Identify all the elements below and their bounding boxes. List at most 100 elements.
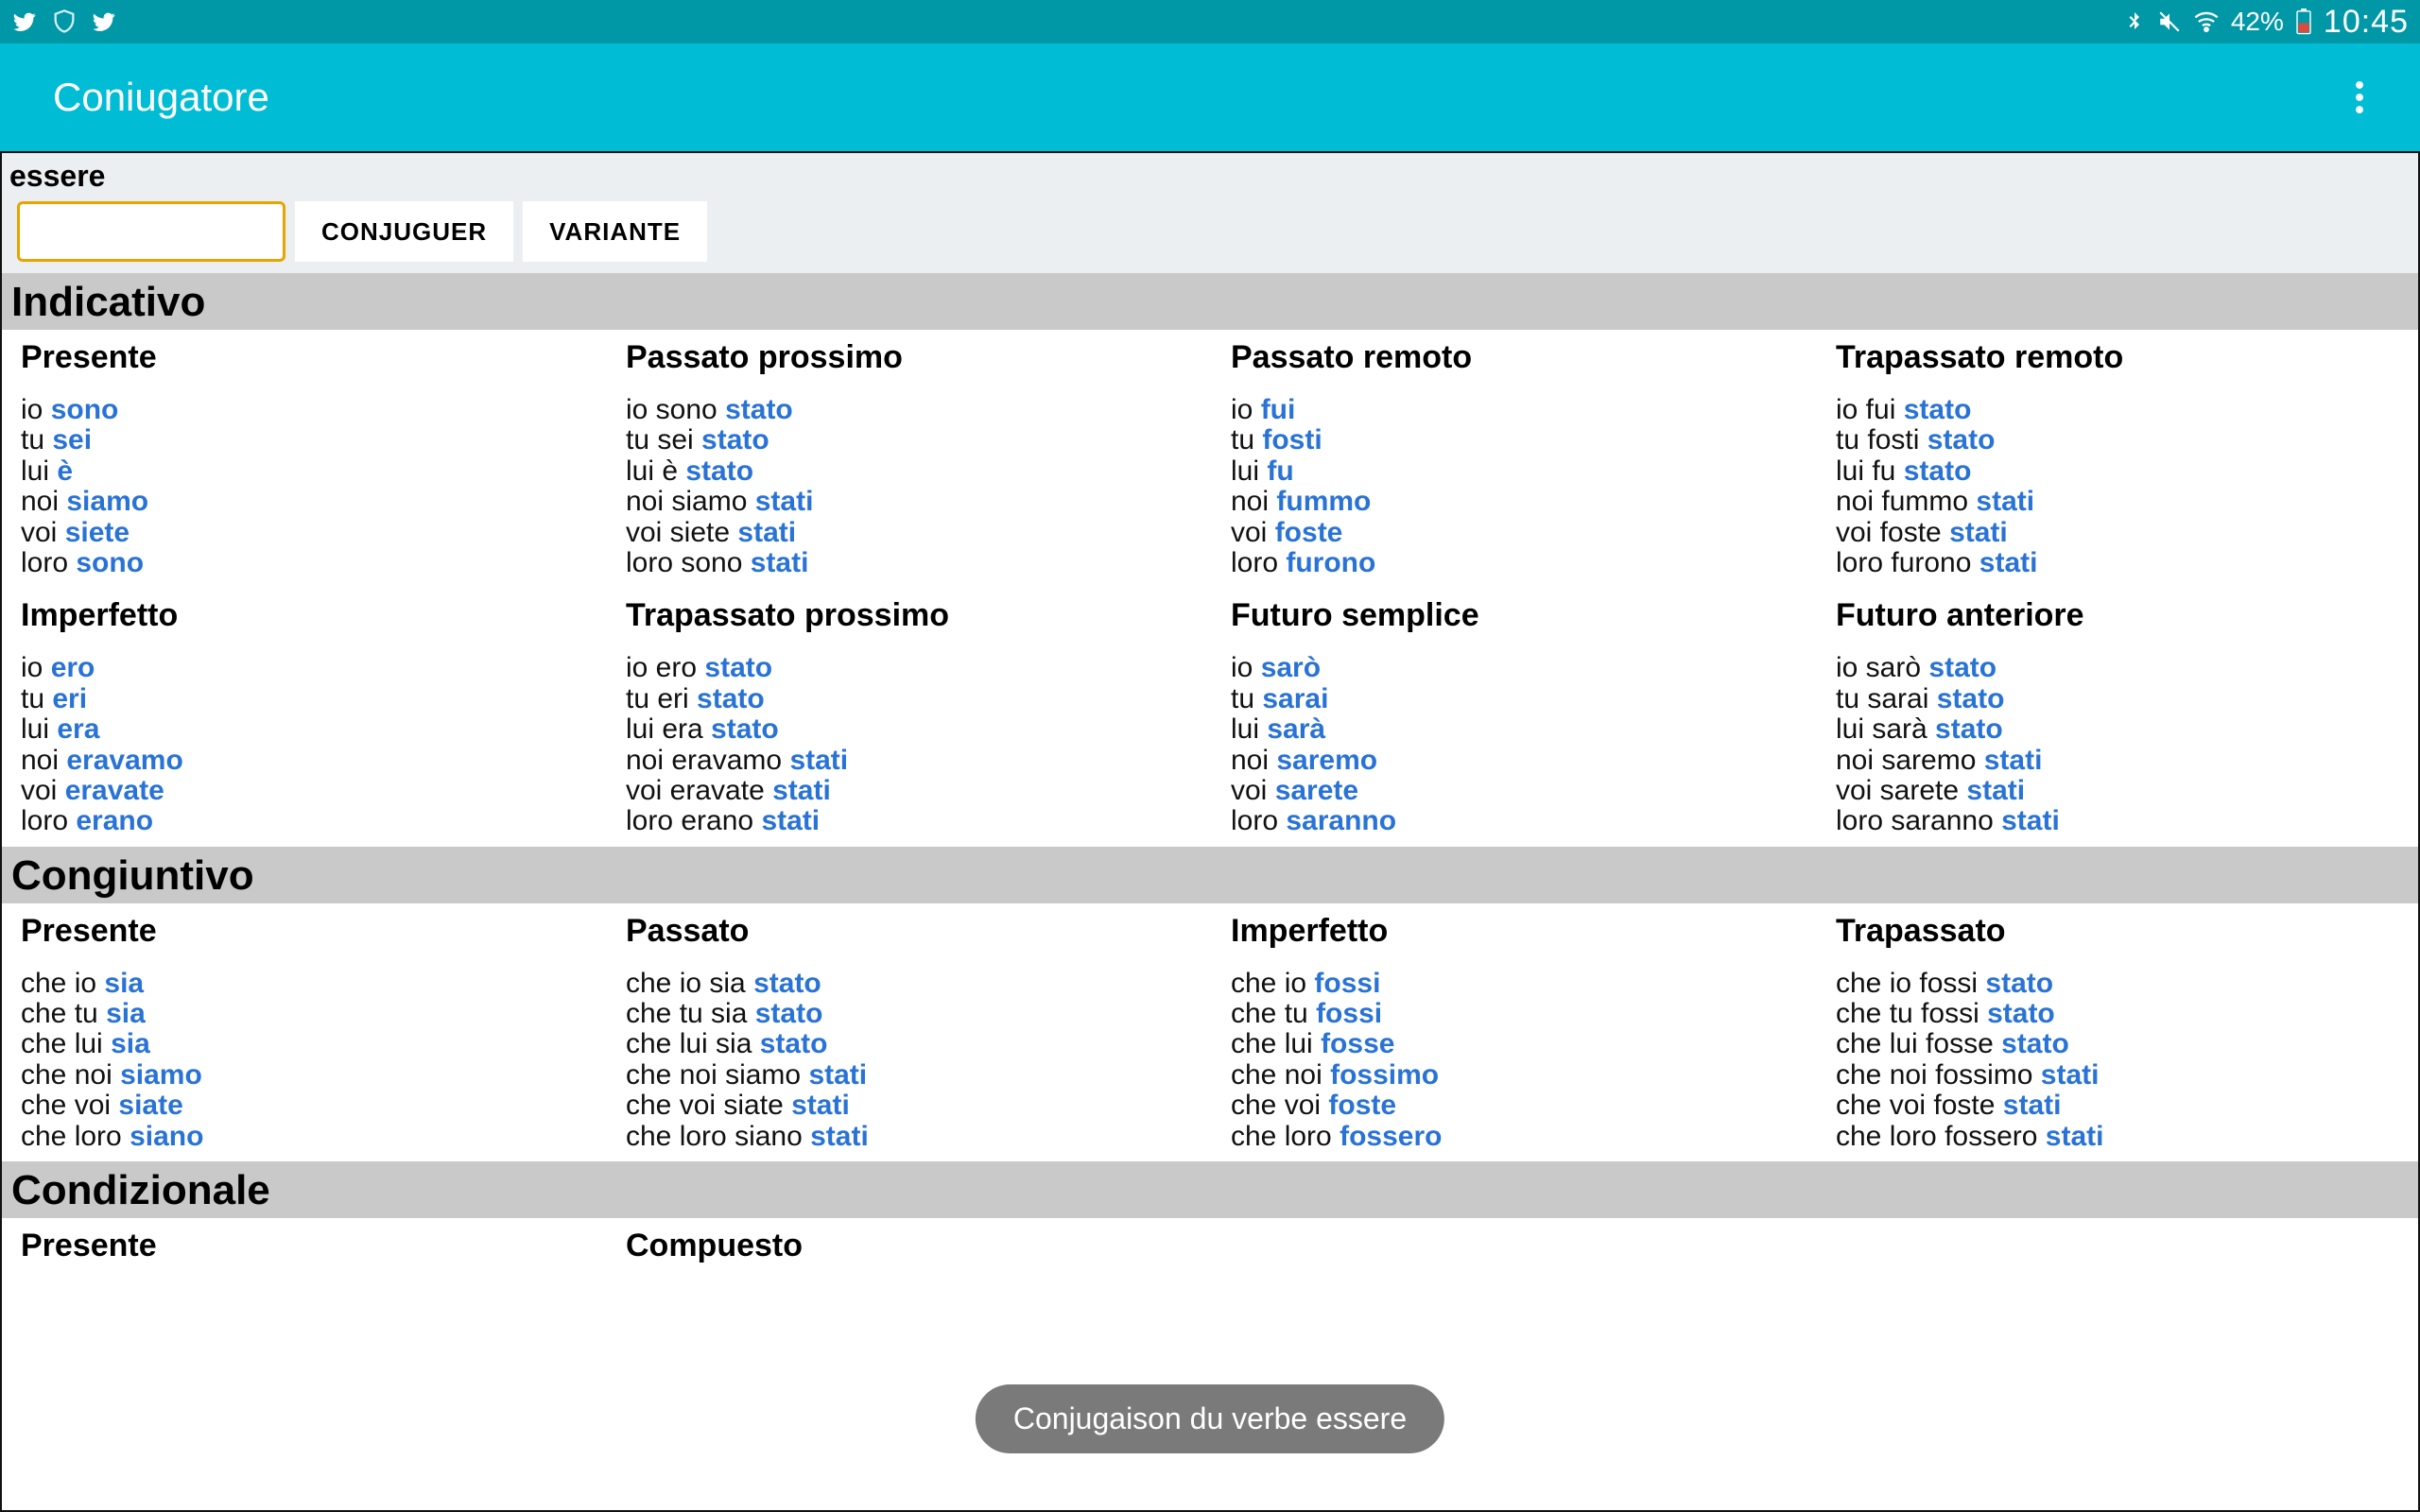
verb-form: stati [737,517,796,548]
verb-label: essere [2,153,2418,196]
wifi-icon [2193,9,2220,35]
verb-form: stati [808,1059,867,1091]
mute-icon [2157,9,2182,34]
conjugate-button[interactable]: CONJUGUER [295,201,513,262]
verb-form: stati [1976,486,2034,517]
tense-title: Presente [11,1228,594,1264]
verb-form: fossi [1316,998,1382,1029]
conjugation-row: voi siete stati [626,518,1199,548]
conjugation-row: che io fossi [1231,969,1804,999]
pronoun-text: che lui [1231,1028,1321,1059]
twitter-icon [11,9,38,35]
conjugation-row: che loro fossero [1231,1122,1804,1152]
overflow-menu-button[interactable] [2337,75,2382,120]
clock: 10:45 [2324,4,2409,41]
tense-forms: che io fossiche tu fossiche lui fosseche… [1221,969,1804,1152]
tense-row: Imperfettoio erotu erilui eranoi eravamo… [2,588,2418,846]
verb-form: stato [755,998,823,1029]
verb-form: siano [130,1121,203,1152]
verb-form: stato [1987,998,2055,1029]
pronoun-text: lui [1231,713,1267,745]
verb-form: stati [2041,1059,2100,1091]
conjugation-row: io ero [21,653,594,683]
pronoun-text: che noi [21,1059,120,1091]
pronoun-text: io sono [626,394,725,425]
verb-form: sarai [1262,683,1328,714]
verb-form: fossero [1340,1121,1442,1152]
verb-input[interactable] [17,201,285,262]
shield-icon [51,9,78,35]
pronoun-text: che noi [1231,1059,1330,1091]
bluetooth-icon [2123,10,2146,33]
pronoun-text: loro [21,805,76,836]
tense-block: Presente [11,1218,594,1283]
pronoun-text: noi siamo [626,486,755,517]
variant-button[interactable]: VARIANTE [523,201,707,262]
tense-forms: io fui statotu fosti statolui fu statono… [1826,395,2409,578]
tense-block: Trapassato remoto io fui statotu fosti st… [1826,330,2409,578]
verb-form: sia [111,1028,150,1059]
verb-form: stato [1937,683,2005,714]
conjugation-row: che voi foste [1231,1091,1804,1121]
conjugation-row: che tu fossi stato [1836,999,2409,1029]
pronoun-text: lui è [626,455,685,487]
conjugation-row: noi siamo [21,487,594,517]
conjugation-row: che noi siamo [21,1060,594,1091]
tense-block: Trapassato prossimoio ero statotu eri st… [616,588,1199,836]
pronoun-text: tu sei [626,424,701,455]
conjugation-row: loro saranno [1231,806,1804,836]
pronoun-text: che io [1231,968,1314,999]
verb-form: eravate [65,775,164,806]
pronoun-text: che loro fossero [1836,1121,2046,1152]
conjugation-row: voi foste stati [1836,518,2409,548]
more-vert-icon [2356,81,2363,113]
pronoun-text: loro furono [1836,547,1979,578]
pronoun-text: io ero [626,652,704,683]
verb-form: sarà [1267,713,1325,745]
conjugation-row: che loro fossero stati [1836,1122,2409,1152]
pronoun-text: noi fummo [1836,486,1976,517]
conjugation-row: tu sei [21,425,594,455]
pronoun-text: che lui fosse [1836,1028,2001,1059]
conjugation-row: noi saremo [1231,746,1804,776]
verb-form: stato [704,652,772,683]
conjugation-row: tu sei stato [626,425,1199,455]
conjugation-row: che io sia stato [626,969,1199,999]
pronoun-text: io [21,394,51,425]
tense-title: Passato remoto [1221,339,1804,376]
verb-form: stato [1928,652,1996,683]
conjugation-row: lui è [21,456,594,487]
verb-form: eri [52,683,87,714]
status-bar: 42% 10:45 [0,0,2420,43]
verb-form: stato [1985,968,2053,999]
pronoun-text: che noi siamo [626,1059,808,1091]
verb-form: stati [1949,517,2008,548]
twitter-icon [91,9,117,35]
pronoun-text: loro [1231,547,1286,578]
tense-title: Futuro semplice [1221,597,1804,634]
conjugation-row: lui era stato [626,714,1199,745]
battery-icon [2295,9,2312,35]
conjugation-row: che lui sia [21,1029,594,1059]
tense-title: Trapassato remoto [1826,339,2409,376]
conjugation-row: che noi fossimo stati [1836,1060,2409,1091]
tense-block: Imperfettoio erotu erilui eranoi eravamo… [11,588,594,836]
verb-form: stato [711,713,779,745]
verb-form: stato [760,1028,828,1059]
verb-form: saranno [1286,805,1396,836]
verb-form: sono [51,394,119,425]
pronoun-text: voi [21,775,65,806]
tense-forms: io erotu erilui eranoi eravamovoi eravat… [11,653,594,836]
conjugation-row: voi eravate stati [626,776,1199,806]
tense-row: PresenteCompuesto [2,1218,2418,1293]
conjugation-row: tu sarai stato [1836,684,2409,714]
verb-form: stato [701,424,769,455]
pronoun-text: che lui sia [626,1028,760,1059]
pronoun-text: noi [21,745,66,776]
tense-row: Presenteche io siache tu siache lui siac… [2,903,2418,1161]
verb-form: stato [753,968,821,999]
conjugation-row: lui era [21,714,594,745]
tense-forms: che io sia statoche tu sia statoche lui … [616,969,1199,1152]
tense-title: Passato [616,913,1199,950]
pronoun-text: che tu sia [626,998,755,1029]
